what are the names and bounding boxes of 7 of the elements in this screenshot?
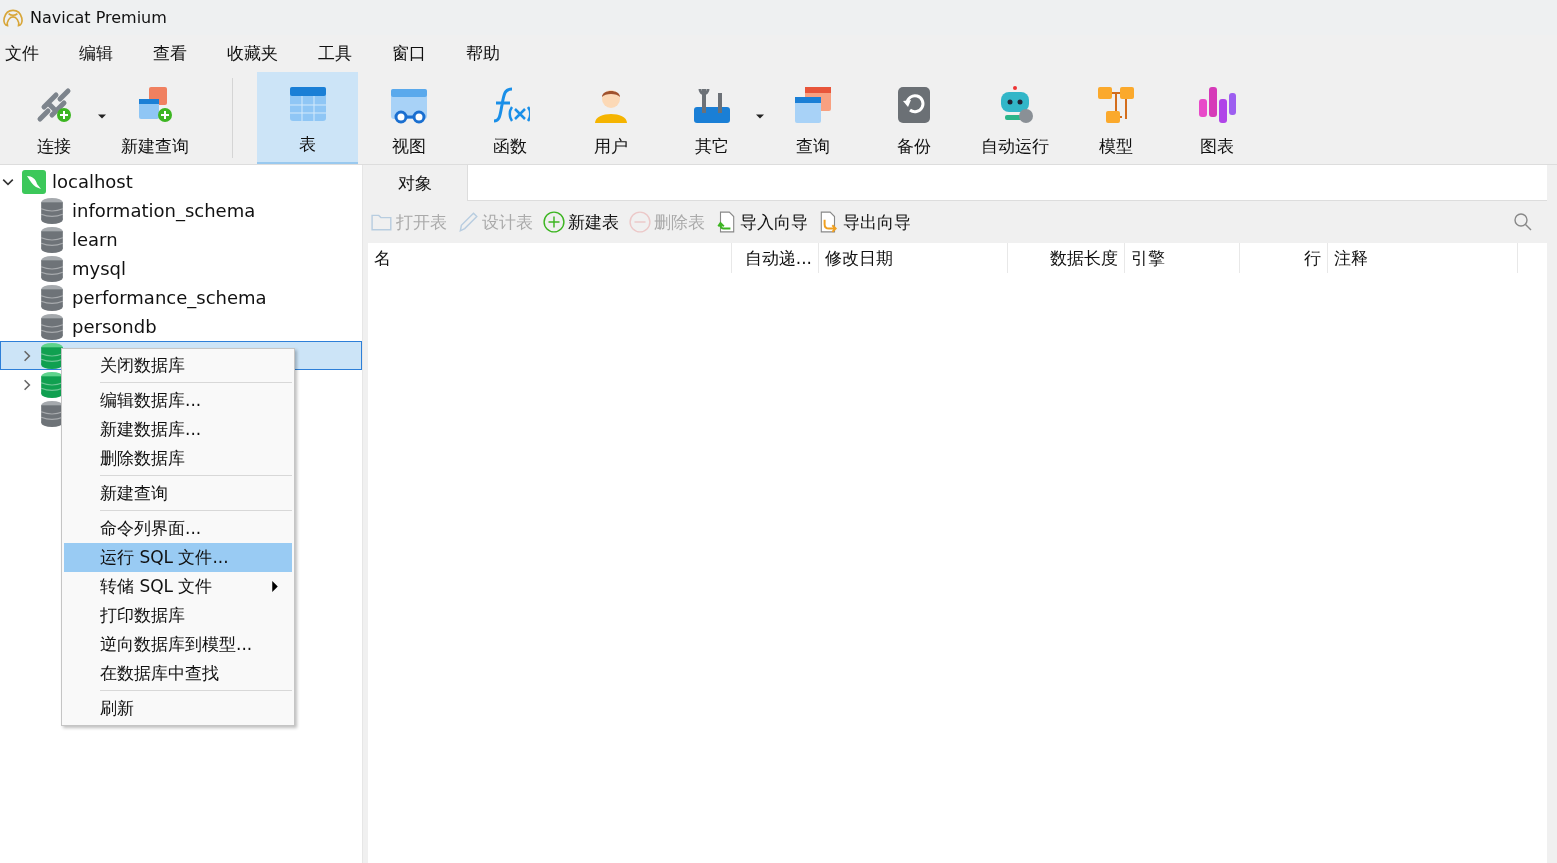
tree-label: learn [72, 229, 118, 250]
tree-label: mysql [72, 258, 126, 279]
tree-label: information_schema [72, 200, 256, 221]
window-title: Navicat Premium [30, 8, 167, 27]
tree-label: persondb [72, 316, 157, 337]
tree-label: performance_schema [72, 287, 267, 308]
tree-label: localhost [52, 171, 133, 192]
